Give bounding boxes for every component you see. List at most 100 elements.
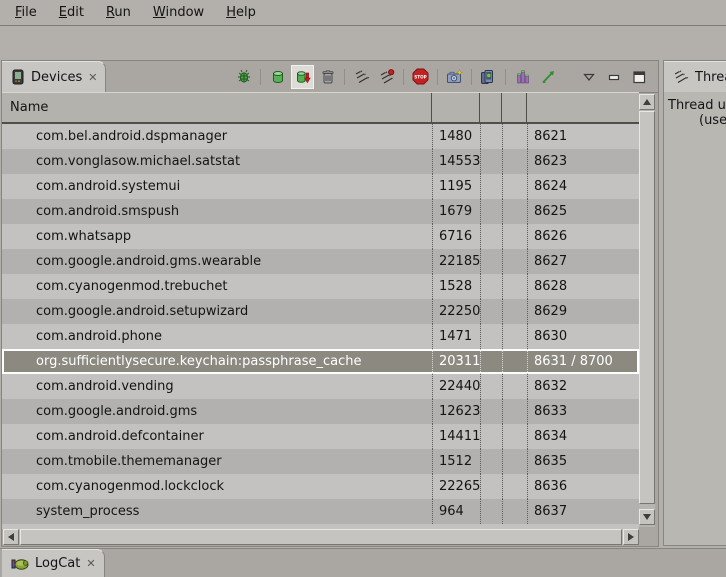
tab-logcat-close-icon[interactable]: ✕ — [86, 557, 94, 570]
toolbar-separator — [403, 69, 404, 85]
update-threads-icon[interactable] — [351, 66, 372, 88]
cell-pid: 964 — [432, 499, 480, 524]
table-row[interactable]: com.vonglasow.michael.satstat145538623 — [2, 149, 639, 174]
menu-edit[interactable]: Edit — [50, 2, 93, 23]
tab-devices[interactable]: Devices ✕ — [2, 61, 106, 92]
cell-port: 8625 — [527, 199, 639, 224]
cell-name: com.android.defcontainer — [2, 424, 432, 449]
table-row[interactable]: com.android.vending224408632 — [2, 374, 639, 399]
cell-c1 — [480, 124, 502, 149]
dump-hprof-icon[interactable] — [292, 66, 313, 88]
cell-c1 — [480, 199, 502, 224]
column-header-name[interactable]: Name — [2, 93, 432, 122]
table-row[interactable]: system_process964 8637 — [2, 499, 639, 524]
threads-view: Threads Thread updates not enabled for s… — [663, 60, 726, 546]
menu-file[interactable]: File — [6, 2, 46, 23]
table-row[interactable]: com.cyanogenmod.trebuchet15288628 — [2, 274, 639, 299]
cell-c1 — [480, 299, 502, 324]
scroll-up-button[interactable] — [639, 94, 655, 110]
column-header-port[interactable] — [527, 93, 639, 122]
menu-help[interactable]: Help — [217, 2, 265, 23]
table-row[interactable]: com.android.systemui11958624 — [2, 174, 639, 199]
vertical-scrollbar-thumb[interactable] — [639, 111, 655, 504]
cell-port: 8632 — [527, 374, 639, 399]
cell-c2 — [502, 499, 527, 524]
column-header-name-label: Name — [10, 100, 48, 115]
menu-edit-label-rest: dit — [67, 5, 84, 20]
table-row[interactable]: com.android.smspush16798625 — [2, 199, 639, 224]
debug-process-icon[interactable] — [233, 66, 254, 88]
cell-c2 — [502, 299, 527, 324]
table-row[interactable]: com.google.android.setupwizard222508629 — [2, 299, 639, 324]
table-row[interactable]: org.sufficientlysecure.keychain:passphra… — [2, 349, 639, 374]
column-header-heap[interactable] — [480, 93, 502, 122]
arrow-left-icon — [4, 533, 14, 541]
tab-devices-close-icon[interactable]: ✕ — [88, 71, 96, 84]
menu-run[interactable]: Run — [97, 2, 140, 23]
cell-c2 — [502, 424, 527, 449]
vertical-scrollbar[interactable] — [639, 94, 655, 527]
cell-c2 — [502, 474, 527, 499]
cell-port: 8634 — [527, 424, 639, 449]
tab-logcat[interactable]: LogCat ✕ — [2, 549, 105, 577]
update-heap-icon[interactable] — [267, 66, 288, 88]
main-toolbar-strip — [0, 27, 726, 59]
cell-port: 8636 — [527, 474, 639, 499]
arrow-up-icon — [643, 95, 651, 105]
menu-window[interactable]: Window — [144, 2, 213, 23]
table-row[interactable]: com.google.android.gms126238633 — [2, 399, 639, 424]
cell-name: com.whatsapp — [2, 224, 432, 249]
cell-c2 — [502, 149, 527, 174]
menu-window-label: W — [153, 5, 166, 20]
table-row[interactable]: com.tmobile.thememanager15128635 — [2, 449, 639, 474]
cell-name: com.vonglasow.michael.satstat — [2, 149, 432, 174]
cell-port: 8621 — [527, 124, 639, 149]
threads-tab-row: Threads — [664, 61, 726, 93]
table-row[interactable]: com.whatsapp67168626 — [2, 224, 639, 249]
tab-threads[interactable]: Threads — [664, 61, 726, 92]
arrow-right-icon — [628, 533, 638, 541]
cell-name: com.cyanogenmod.trebuchet — [2, 274, 432, 299]
cell-c2 — [502, 124, 527, 149]
cause-gc-icon[interactable] — [317, 66, 338, 88]
cell-c2 — [502, 449, 527, 474]
cell-c1 — [480, 174, 502, 199]
table-row[interactable]: com.android.defcontainer144118634 — [2, 424, 639, 449]
cell-c2 — [502, 274, 527, 299]
table-row[interactable]: com.android.phone14718630 — [2, 324, 639, 349]
stop-process-icon[interactable]: STOP — [410, 66, 431, 88]
cell-c1 — [480, 224, 502, 249]
table-row[interactable]: com.bel.android.dspmanager1480 8621 — [2, 124, 639, 149]
cell-port: 8630 — [527, 324, 639, 349]
table-row[interactable]: com.cyanogenmod.lockclock222658636 — [2, 474, 639, 499]
cell-c2 — [502, 249, 527, 274]
start-method-profiling-icon[interactable] — [376, 66, 397, 88]
tab-threads-label: Threads — [695, 70, 726, 85]
cell-pid: 22265 — [432, 474, 480, 499]
cell-pid: 1480 — [432, 124, 480, 149]
cell-c2 — [502, 399, 527, 424]
scroll-down-button[interactable] — [639, 509, 655, 525]
minimize-icon[interactable] — [603, 66, 624, 88]
horizontal-scrollbar-thumb[interactable] — [20, 529, 622, 545]
screen-capture-icon[interactable] — [444, 66, 465, 88]
column-header-threads[interactable] — [502, 93, 527, 122]
column-header-pid[interactable] — [432, 93, 480, 122]
scroll-left-button[interactable] — [3, 529, 19, 545]
start-opengl-trace-icon[interactable] — [537, 66, 558, 88]
screen-record-icon[interactable] — [478, 66, 499, 88]
cell-name: com.bel.android.dspmanager — [2, 124, 432, 149]
cell-name: org.sufficientlysecure.keychain:passphra… — [2, 349, 432, 374]
cell-name: com.google.android.gms.wearable — [2, 249, 432, 274]
horizontal-scrollbar[interactable] — [3, 529, 639, 545]
table-row[interactable]: com.google.android.gms.wearable221858627 — [2, 249, 639, 274]
cell-port: 8626 — [527, 224, 639, 249]
stop-icon-label: STOP — [414, 74, 427, 79]
scroll-right-button[interactable] — [623, 529, 639, 545]
cell-name: system_process — [2, 499, 432, 524]
cell-port: 8637 — [527, 499, 639, 524]
view-menu-icon[interactable] — [578, 66, 599, 88]
maximize-icon[interactable] — [628, 66, 649, 88]
devices-toolbar: STOP — [231, 61, 658, 92]
dump-view-hierarchy-icon[interactable] — [512, 66, 533, 88]
